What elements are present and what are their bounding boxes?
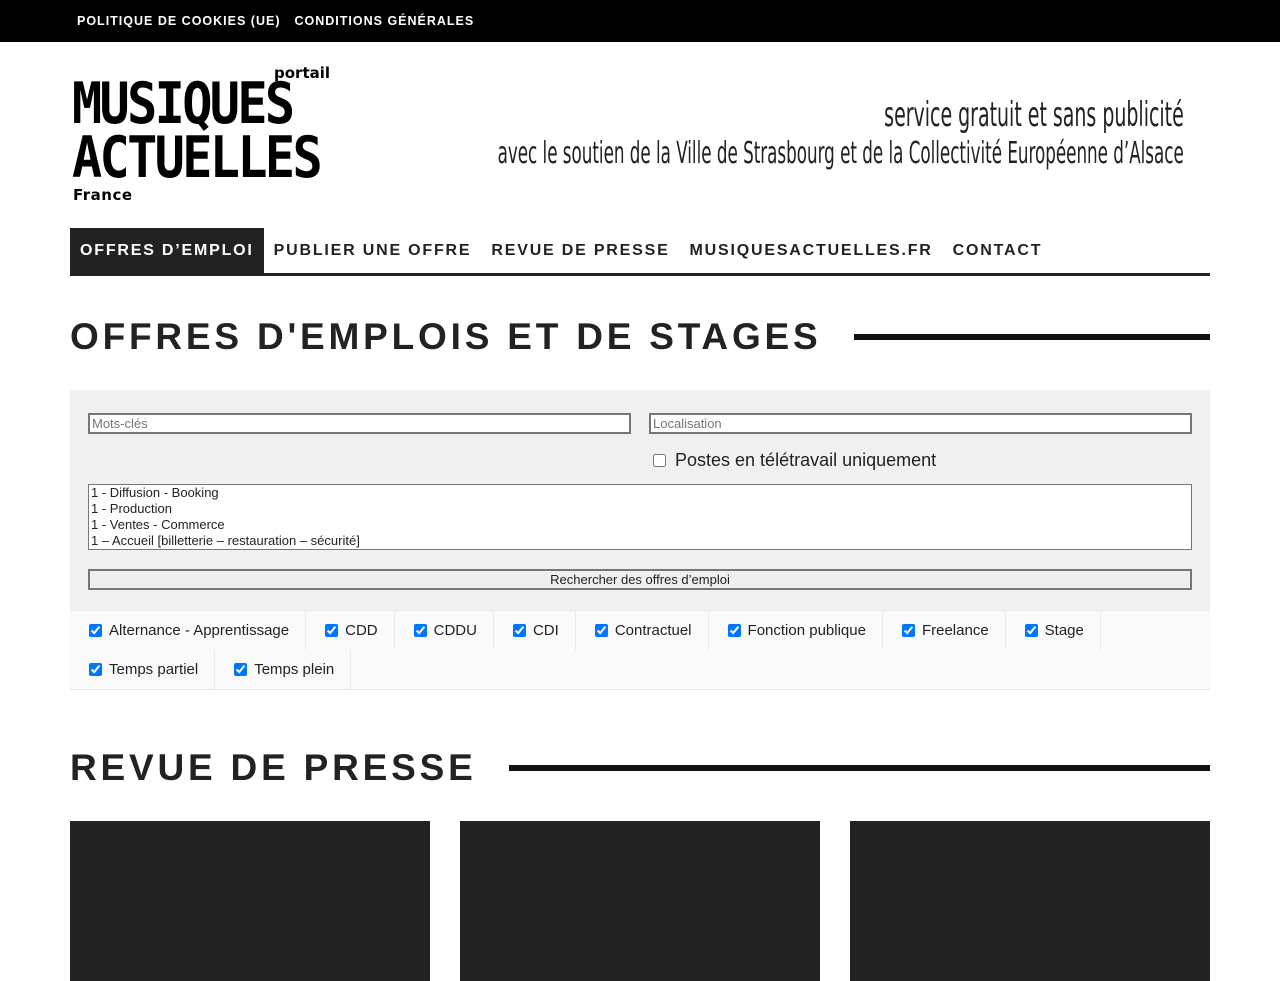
job-type-checkbox[interactable] [512, 624, 526, 637]
job-type-label: Fonction publique [747, 622, 866, 639]
remote-only-option[interactable]: Postes en télétravail uniquement [653, 450, 936, 471]
job-type-label: CDD [345, 622, 378, 639]
press-card[interactable] [850, 821, 1210, 981]
job-type-checkbox[interactable] [89, 663, 102, 676]
logo-france: France [73, 186, 133, 204]
nav-item-offres[interactable]: Offres d’emploi [70, 228, 264, 273]
job-type-label: Temps plein [254, 661, 335, 678]
remote-only-label: Postes en télétravail uniquement [675, 450, 937, 470]
tagline-line-1: service gratuit et sans publicité [884, 95, 1184, 135]
press-card[interactable] [460, 821, 820, 981]
job-type-checkbox[interactable] [413, 624, 427, 637]
nav-item-site[interactable]: musiquesactuelles.fr [680, 228, 943, 273]
job-search-form: Postes en télétravail uniquement 1 - Dif… [70, 390, 1210, 610]
terms-link[interactable]: Conditions générales [295, 14, 475, 28]
heading-rule [853, 334, 1210, 340]
press-cards [70, 821, 1210, 981]
remote-only-checkbox[interactable] [653, 454, 666, 467]
location-input[interactable] [649, 413, 1192, 434]
job-type-temps-plein[interactable]: Temps plein [215, 650, 352, 689]
press-card[interactable] [70, 821, 430, 981]
job-type-label: Freelance [921, 622, 989, 639]
category-option[interactable]: 1 - Production [91, 501, 1189, 517]
job-type-label: Contractuel [614, 622, 692, 639]
search-jobs-button[interactable]: Rechercher des offres d’emploi [88, 569, 1192, 590]
category-select[interactable]: 1 - Diffusion - Booking 1 - Production 1… [88, 484, 1192, 550]
jobs-section-heading: Offres d'emplois et de stages [70, 316, 1210, 358]
job-type-fonction-publique[interactable]: Fonction publique [709, 611, 883, 650]
job-type-filters: Alternance - Apprentissage CDD CDDU CDI … [70, 610, 1210, 690]
job-type-temps-partiel[interactable]: Temps partiel [70, 650, 216, 689]
job-type-checkbox[interactable] [901, 624, 915, 637]
nav-item-publier[interactable]: Publier une offre [264, 228, 482, 273]
header-tagline: service gratuit et sans publicité avec l… [77, 94, 1184, 172]
job-type-checkbox[interactable] [325, 624, 339, 637]
job-type-label: Temps partiel [109, 661, 199, 678]
nav-item-revue[interactable]: Revue de presse [481, 228, 679, 273]
category-option[interactable]: 1 - Ventes - Commerce [91, 517, 1189, 533]
category-option[interactable]: 1 – Accueil [billetterie – restauration … [91, 533, 1189, 549]
job-type-contractuel[interactable]: Contractuel [576, 611, 709, 650]
main-nav: Offres d’emploi Publier une offre Revue … [70, 228, 1210, 276]
job-type-label: Alternance - Apprentissage [109, 622, 290, 639]
press-section-heading: Revue de presse [70, 747, 1210, 789]
category-option[interactable]: 1 - Diffusion - Booking [91, 485, 1189, 501]
job-type-cddu[interactable]: CDDU [395, 611, 494, 650]
site-header: portail MUSIQUES ACTUELLES France servic… [0, 42, 1280, 228]
job-type-checkbox[interactable] [594, 624, 608, 637]
heading-rule [508, 765, 1210, 771]
job-type-checkbox[interactable] [727, 624, 741, 637]
job-type-cdi[interactable]: CDI [494, 611, 576, 650]
keywords-input[interactable] [88, 413, 631, 434]
job-type-stage[interactable]: Stage [1006, 611, 1101, 650]
job-type-cdd[interactable]: CDD [306, 611, 395, 650]
job-type-freelance[interactable]: Freelance [883, 611, 1006, 650]
job-type-label: Stage [1044, 622, 1084, 639]
job-type-checkbox[interactable] [1024, 624, 1038, 637]
tagline-line-2: avec le soutien de la Ville de Strasbour… [497, 136, 1184, 171]
jobs-section-title: Offres d'emplois et de stages [70, 316, 822, 357]
cookie-policy-link[interactable]: Politique de cookies (UE) [77, 14, 281, 28]
job-type-alternance[interactable]: Alternance - Apprentissage [70, 611, 307, 650]
job-type-checkbox[interactable] [234, 663, 248, 676]
job-type-label: CDI [532, 622, 559, 639]
job-type-label: CDDU [433, 622, 477, 639]
job-type-checkbox[interactable] [89, 624, 102, 637]
top-bar: Politique de cookies (UE) Conditions gén… [0, 0, 1280, 42]
press-section-title: Revue de presse [70, 747, 477, 788]
nav-item-contact[interactable]: Contact [943, 228, 1053, 273]
